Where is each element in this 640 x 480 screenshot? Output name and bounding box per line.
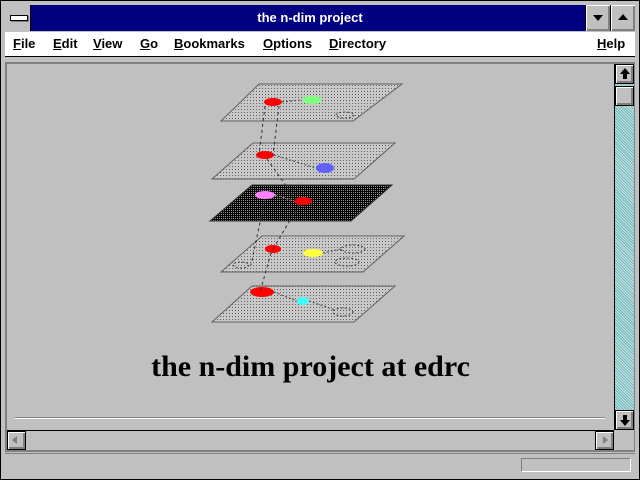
diagram-node: [294, 197, 312, 205]
diagram-node: [264, 98, 282, 106]
diagram-node: [303, 249, 323, 257]
system-menu-button[interactable]: [5, 5, 31, 31]
page-heading: the n-dim project at edrc: [151, 350, 470, 383]
scroll-left-icon: [12, 436, 17, 444]
menu-bar: File Edit View Go Bookmarks Options Dire…: [5, 32, 635, 57]
diagram-node: [255, 191, 275, 199]
scroll-right-icon: [603, 436, 608, 444]
menu-edit[interactable]: Edit: [53, 32, 78, 56]
minimize-icon: [593, 15, 603, 21]
diagram-node: [302, 96, 322, 104]
status-text: [11, 457, 511, 473]
menu-directory[interactable]: Directory: [329, 32, 386, 56]
diagram-node: [316, 163, 334, 173]
diagram-node: [250, 287, 274, 297]
status-bar: [5, 453, 635, 476]
scroll-down-button[interactable]: [615, 410, 634, 430]
diagram-node: [297, 297, 309, 305]
horizontal-scrollbar[interactable]: [7, 430, 614, 450]
scroll-down-icon: [620, 420, 630, 426]
scroll-left-button[interactable]: [7, 431, 26, 450]
progress-indicator: [521, 458, 631, 472]
menu-file[interactable]: File: [13, 32, 35, 56]
maximize-icon: [618, 14, 628, 20]
vertical-scrollbar[interactable]: [614, 64, 634, 430]
page-viewport[interactable]: the n-dim project at edrc: [7, 64, 614, 430]
minimize-button[interactable]: [585, 5, 610, 31]
scroll-right-button[interactable]: [595, 431, 614, 450]
scroll-up-button[interactable]: [615, 64, 634, 84]
diagram-node: [256, 151, 274, 159]
window-title: the n-dim project: [257, 10, 363, 25]
horizontal-rule: [15, 417, 605, 419]
maximize-button[interactable]: [610, 5, 635, 31]
title-bar[interactable]: the n-dim project: [5, 5, 635, 31]
menu-go[interactable]: Go: [140, 32, 158, 56]
menu-bookmarks[interactable]: Bookmarks: [174, 32, 245, 56]
scrollbar-corner: [614, 430, 634, 450]
system-menu-icon: [10, 15, 28, 21]
menu-help[interactable]: Help: [597, 32, 625, 56]
vertical-scroll-thumb[interactable]: [615, 86, 634, 106]
diagram-plane: [210, 142, 397, 180]
menu-options[interactable]: Options: [263, 32, 312, 56]
menu-view[interactable]: View: [93, 32, 122, 56]
n-dim-diagram-image: [208, 83, 406, 323]
